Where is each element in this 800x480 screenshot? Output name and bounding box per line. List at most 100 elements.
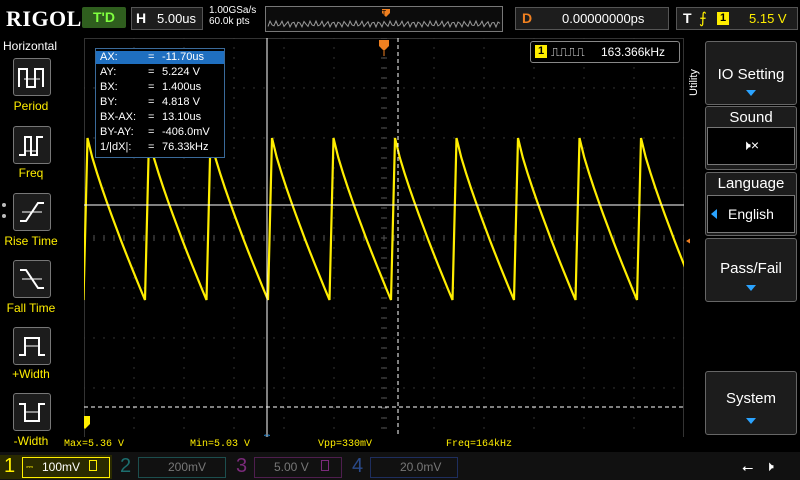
speaker-muted-icon: 🕨 (765, 458, 774, 474)
trigger-level-value: 5.15 V (749, 11, 787, 26)
language-value: English (728, 206, 774, 222)
cursor-key: BX-AX: (100, 111, 137, 123)
counter-frequency-value: 163.366kHz (601, 45, 666, 59)
positive-width-label: +Width (12, 367, 50, 381)
measurement-vpp: Vpp=330mV (318, 439, 373, 450)
period-button[interactable] (13, 58, 51, 96)
pass-fail-button[interactable]: Pass/Fail (705, 238, 797, 302)
freq-icon (19, 136, 43, 156)
channel-3-number: 3 (236, 455, 248, 477)
trigger-label: T (683, 10, 692, 26)
pass-fail-label: Pass/Fail (720, 260, 782, 277)
cursor-value: -11.70us (162, 51, 204, 63)
positive-width-icon (19, 337, 45, 356)
chevron-down-icon (746, 418, 756, 424)
cursor-value: 1.400us (162, 81, 202, 93)
chevron-down-icon (746, 285, 756, 291)
io-setting-button[interactable]: IO Setting (705, 41, 797, 105)
svg-text:T: T (382, 10, 387, 17)
speaker-muted-icon: 🕨× (742, 137, 759, 153)
freq-button[interactable] (13, 126, 51, 164)
channel-3-scale: 5.00 V (274, 460, 309, 474)
utility-menu-label: Utility (688, 69, 700, 96)
io-setting-label: IO Setting (717, 66, 785, 83)
bandwidth-limit-icon (89, 460, 97, 471)
negative-width-label: -Width (13, 434, 49, 448)
cursor-value: 4.818 V (162, 96, 200, 108)
channel-1-waveform (84, 137, 684, 301)
system-button[interactable]: System (705, 371, 797, 435)
channel-4-number: 4 (352, 455, 364, 477)
rise-time-button[interactable] (13, 193, 51, 231)
cursor-key: BY: (100, 96, 118, 108)
sample-rate-readout: 1.00GSa/s 60.0k pts (209, 5, 256, 27)
delay-label: D (522, 10, 533, 26)
pulse-train-icon: ⎍⎍⎍⎍ (551, 45, 585, 59)
rise-time-label: Rise Time (4, 234, 58, 248)
horizontal-scale-box[interactable]: H 5.00us (131, 7, 203, 30)
channel-4-tab[interactable]: 4 20.0mV (348, 455, 460, 479)
channel-3-tab[interactable]: 3 5.00 V (232, 455, 344, 479)
cursor-value: 76.33kHz (162, 141, 209, 153)
sample-rate-value: 1.00GSa/s (209, 5, 257, 16)
cursor-row-by-ay: BY-AY: = -406.0mV (100, 126, 210, 138)
language-label: Language (717, 175, 785, 192)
period-icon (18, 68, 44, 88)
language-selector[interactable]: English (707, 195, 795, 233)
channel-1-tab[interactable]: 1 ⎓ 100mV (0, 455, 112, 479)
fall-time-icon (20, 269, 44, 289)
left-menu-title: Horizontal (3, 39, 58, 53)
negative-width-icon (19, 403, 45, 422)
cursor-key: AY: (100, 66, 117, 78)
negative-width-button[interactable] (13, 393, 51, 431)
cursor-row-bx-ax: BX-AX: = 13.10us (100, 111, 202, 123)
cursor-value: 13.10us (162, 111, 202, 123)
freq-label: Freq (18, 166, 44, 180)
sound-toggle[interactable]: 🕨× (707, 127, 795, 165)
channel-1-number: 1 (4, 455, 16, 477)
usb-icon: ⭠ (742, 459, 754, 475)
coupling-dc-icon: ⎓ (26, 462, 34, 472)
trigger-status-badge: T'D (82, 7, 126, 28)
channel-2-number: 2 (120, 455, 132, 477)
cursor-key: BX: (100, 81, 118, 93)
horizontal-scale-value: 5.00us (157, 11, 197, 26)
channel-1-scale: 100mV (42, 460, 81, 474)
cursor-readout-table: AX: = -11.70us AY: = 5.224 V BX: = 1.400us BY:… (95, 48, 225, 158)
horizontal-label: H (136, 10, 147, 26)
chevron-down-icon (746, 90, 756, 96)
measurement-min: Min=5.03 V (190, 439, 251, 450)
delay-value: 0.00000000ps (562, 11, 645, 26)
rigol-logo: RIGOL (6, 6, 82, 31)
cursor-value: -406.0mV (162, 126, 210, 138)
delay-box[interactable]: D 0.00000000ps (515, 7, 669, 30)
cursor-row-ax: AX: = -11.70us (96, 51, 224, 64)
channel-2-scale: 200mV (168, 460, 207, 474)
cursor-row-bx: BX: = 1.400us (100, 81, 202, 93)
channel-1-offset-marker (84, 416, 90, 429)
fall-time-label: Fall Time (6, 301, 56, 315)
system-label: System (725, 390, 776, 407)
cursor-value: 5.224 V (162, 66, 200, 78)
menu-page-dot (2, 203, 6, 207)
measurement-bar (62, 437, 690, 452)
channel-4-scale: 20.0mV (400, 460, 442, 474)
memory-depth-value: 60.0k pts (209, 16, 250, 27)
cursor-row-by: BY: = 4.818 V (100, 96, 200, 108)
rising-edge-icon: ⨍ (699, 10, 707, 27)
memory-overview-bar: T (265, 6, 503, 32)
menu-page-dot (2, 214, 6, 218)
trigger-box[interactable]: T ⨍ 1 5.15 V (676, 7, 798, 30)
cursor-row-ay: AY: = 5.224 V (100, 66, 200, 78)
period-label: Period (13, 99, 49, 113)
positive-width-button[interactable] (13, 327, 51, 365)
trigger-position-marker (379, 40, 389, 51)
measurement-freq: Freq=164kHz (446, 439, 513, 450)
cursor-key: 1/|dX|: (100, 141, 132, 153)
trigger-source-badge: 1 (717, 12, 729, 25)
fall-time-button[interactable] (13, 260, 51, 298)
channel-2-tab[interactable]: 2 200mV (116, 455, 228, 479)
cursor-key: AX: (100, 51, 118, 63)
sound-label: Sound (729, 109, 773, 126)
cursor-row-inv-dx: 1/|dX|: = 76.33kHz (100, 141, 209, 153)
